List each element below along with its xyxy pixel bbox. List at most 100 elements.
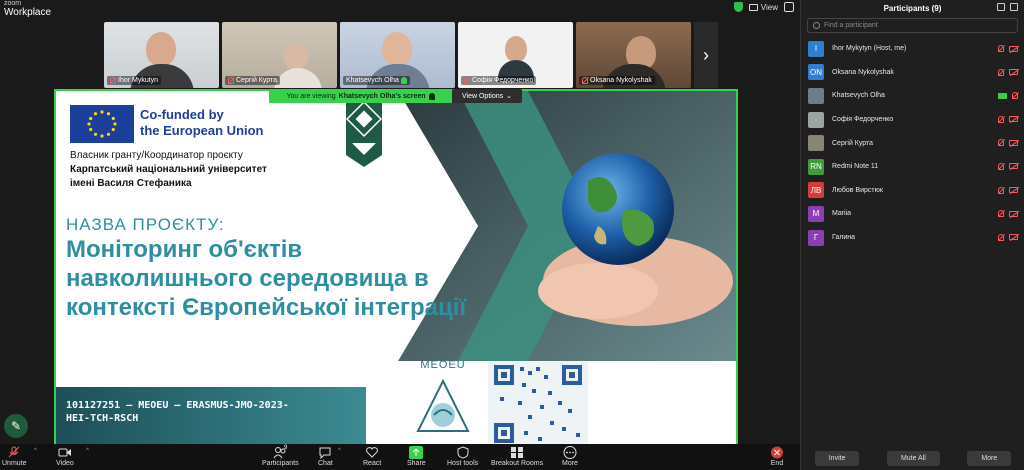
mic-muted-icon xyxy=(8,446,20,458)
participant-status xyxy=(998,162,1018,170)
breakout-rooms-icon xyxy=(511,447,524,458)
participant-name: Khatsevych Olha xyxy=(832,92,885,100)
react-button[interactable]: React xyxy=(363,446,381,467)
grantee-text: Власник гранту/Координатор проєкту Карпа… xyxy=(70,149,267,191)
mic-off-icon xyxy=(228,77,234,84)
video-label: Video xyxy=(56,460,74,467)
project-title: Моніторинг об'єктів навколишнього середо… xyxy=(66,236,467,321)
meoeu-logo-icon xyxy=(416,378,470,432)
mic-on-icon xyxy=(428,93,435,100)
mic-on-icon xyxy=(400,77,407,84)
mic-off-icon[interactable] xyxy=(998,139,1004,147)
video-icon xyxy=(58,448,71,457)
pencil-icon: ✎ xyxy=(10,419,22,433)
avatar: ЛВ xyxy=(808,182,824,199)
mic-off-icon[interactable] xyxy=(998,233,1004,241)
chevron-up-icon[interactable]: ^ xyxy=(86,448,89,454)
annotate-button[interactable]: ✎ xyxy=(4,414,28,438)
thumbnail-name: Oksana Nykolyshak xyxy=(579,76,655,85)
participant-row[interactable]: Г Галина xyxy=(801,226,1024,250)
thumbnail-sofia[interactable]: Софія Федорченко xyxy=(458,22,573,88)
panel-header: Participants (9) xyxy=(801,0,1024,16)
more-icon xyxy=(563,446,577,459)
participant-status xyxy=(998,68,1018,76)
participants-button[interactable]: Participants xyxy=(262,446,299,467)
avatar xyxy=(808,87,824,104)
participant-row[interactable]: Софія Федорченко xyxy=(801,108,1024,132)
end-button[interactable]: End xyxy=(770,446,784,467)
cofunded-line1: Co-funded by xyxy=(140,107,224,122)
qr-code-icon xyxy=(488,361,588,445)
mic-off-icon[interactable] xyxy=(998,68,1004,76)
unmute-button[interactable]: Unmute xyxy=(2,446,27,467)
brand-small: zoom xyxy=(4,0,22,7)
more-button[interactable]: More xyxy=(562,446,578,467)
share-prefix: You are viewing xyxy=(286,93,336,100)
participants-count: 9 xyxy=(284,445,288,451)
view-button[interactable]: View xyxy=(748,3,778,12)
top-right-controls: View xyxy=(733,2,794,12)
participant-row[interactable]: RN Redmi Note 11 xyxy=(801,155,1024,179)
participant-row[interactable]: I Ihor Mykytyn (Host, me) xyxy=(801,37,1024,61)
participant-status xyxy=(998,92,1018,100)
cofunded-text: Co-funded by the European Union xyxy=(140,107,264,139)
chat-button[interactable]: Chat xyxy=(318,446,333,467)
thumbnail-name: Ihor Mykutyn xyxy=(107,76,162,85)
share-button[interactable]: Share xyxy=(407,446,426,467)
shield-icon xyxy=(457,446,469,459)
participant-row[interactable]: M Mariia xyxy=(801,202,1024,226)
more-label: More xyxy=(562,460,578,467)
panel-footer: Invite Mute All More xyxy=(801,446,1024,470)
host-tools-button[interactable]: Host tools xyxy=(447,446,478,467)
participant-name: Любов Вирстюк xyxy=(832,186,883,194)
project-label: НАЗВА ПРОЄКТУ: xyxy=(66,215,225,234)
breakout-rooms-button[interactable]: Breakout Rooms xyxy=(491,446,543,467)
mic-off-icon[interactable] xyxy=(998,162,1004,170)
chat-label: Chat xyxy=(318,460,333,467)
participant-row[interactable]: Khatsevych Olha xyxy=(801,84,1024,108)
mic-off-icon[interactable] xyxy=(998,115,1004,123)
video-off-icon xyxy=(1009,139,1018,146)
participant-row[interactable]: Сергій Курта xyxy=(801,131,1024,155)
view-options-button[interactable]: View Options ⌄ xyxy=(452,89,522,103)
chevron-up-icon[interactable]: ^ xyxy=(338,448,341,454)
thumbnail-khatsevych[interactable]: Khatsevych Olha xyxy=(340,22,455,88)
person-head xyxy=(284,44,308,70)
avatar: M xyxy=(808,205,824,222)
invite-button[interactable]: Invite xyxy=(814,450,860,466)
participant-name: Redmi Note 11 xyxy=(832,163,879,171)
thumbnail-serhii[interactable]: Сергій Курта xyxy=(222,22,337,88)
mic-off-icon[interactable] xyxy=(998,186,1004,194)
mic-off-icon[interactable] xyxy=(1012,92,1018,100)
grid-icon xyxy=(748,3,758,11)
participant-row[interactable]: ЛВ Любов Вирстюк xyxy=(801,179,1024,203)
participant-status xyxy=(998,186,1018,194)
participant-search[interactable]: Find a participant xyxy=(807,18,1018,33)
person-head xyxy=(146,32,176,66)
mic-off-icon[interactable] xyxy=(998,210,1004,218)
host-tools-label: Host tools xyxy=(447,460,479,467)
chevron-up-icon[interactable]: ^ xyxy=(34,448,37,454)
avatar xyxy=(808,135,824,152)
avatar xyxy=(808,111,824,128)
cofunded-line2: the European Union xyxy=(140,123,264,138)
mic-off-icon xyxy=(110,77,116,84)
video-off-icon xyxy=(1009,45,1018,52)
panel-more-button[interactable]: More xyxy=(967,450,1012,466)
shield-icon[interactable] xyxy=(733,2,743,12)
fullscreen-icon[interactable] xyxy=(784,2,794,12)
mic-off-icon[interactable] xyxy=(998,45,1004,52)
video-button[interactable]: Video xyxy=(56,446,74,467)
popout-icon[interactable] xyxy=(997,3,1005,11)
thumbnail-oksana[interactable]: Oksana Nykolyshak xyxy=(576,22,691,88)
participant-row[interactable]: ON Oksana Nykolyshak xyxy=(801,61,1024,85)
thumbnail-ihor[interactable]: Ihor Mykutyn xyxy=(104,22,219,88)
search-placeholder: Find a participant xyxy=(824,22,878,29)
thumbnail-name: Khatsevych Olha xyxy=(343,76,410,85)
mute-all-button[interactable]: Mute All xyxy=(886,450,940,466)
minimize-icon[interactable] xyxy=(1010,3,1018,11)
chevron-right-icon[interactable]: › xyxy=(694,22,718,88)
mic-off-icon xyxy=(582,77,588,84)
participant-name: Ihor Mykytyn (Host, me) xyxy=(832,45,907,53)
brand-big: Workplace xyxy=(4,7,52,18)
